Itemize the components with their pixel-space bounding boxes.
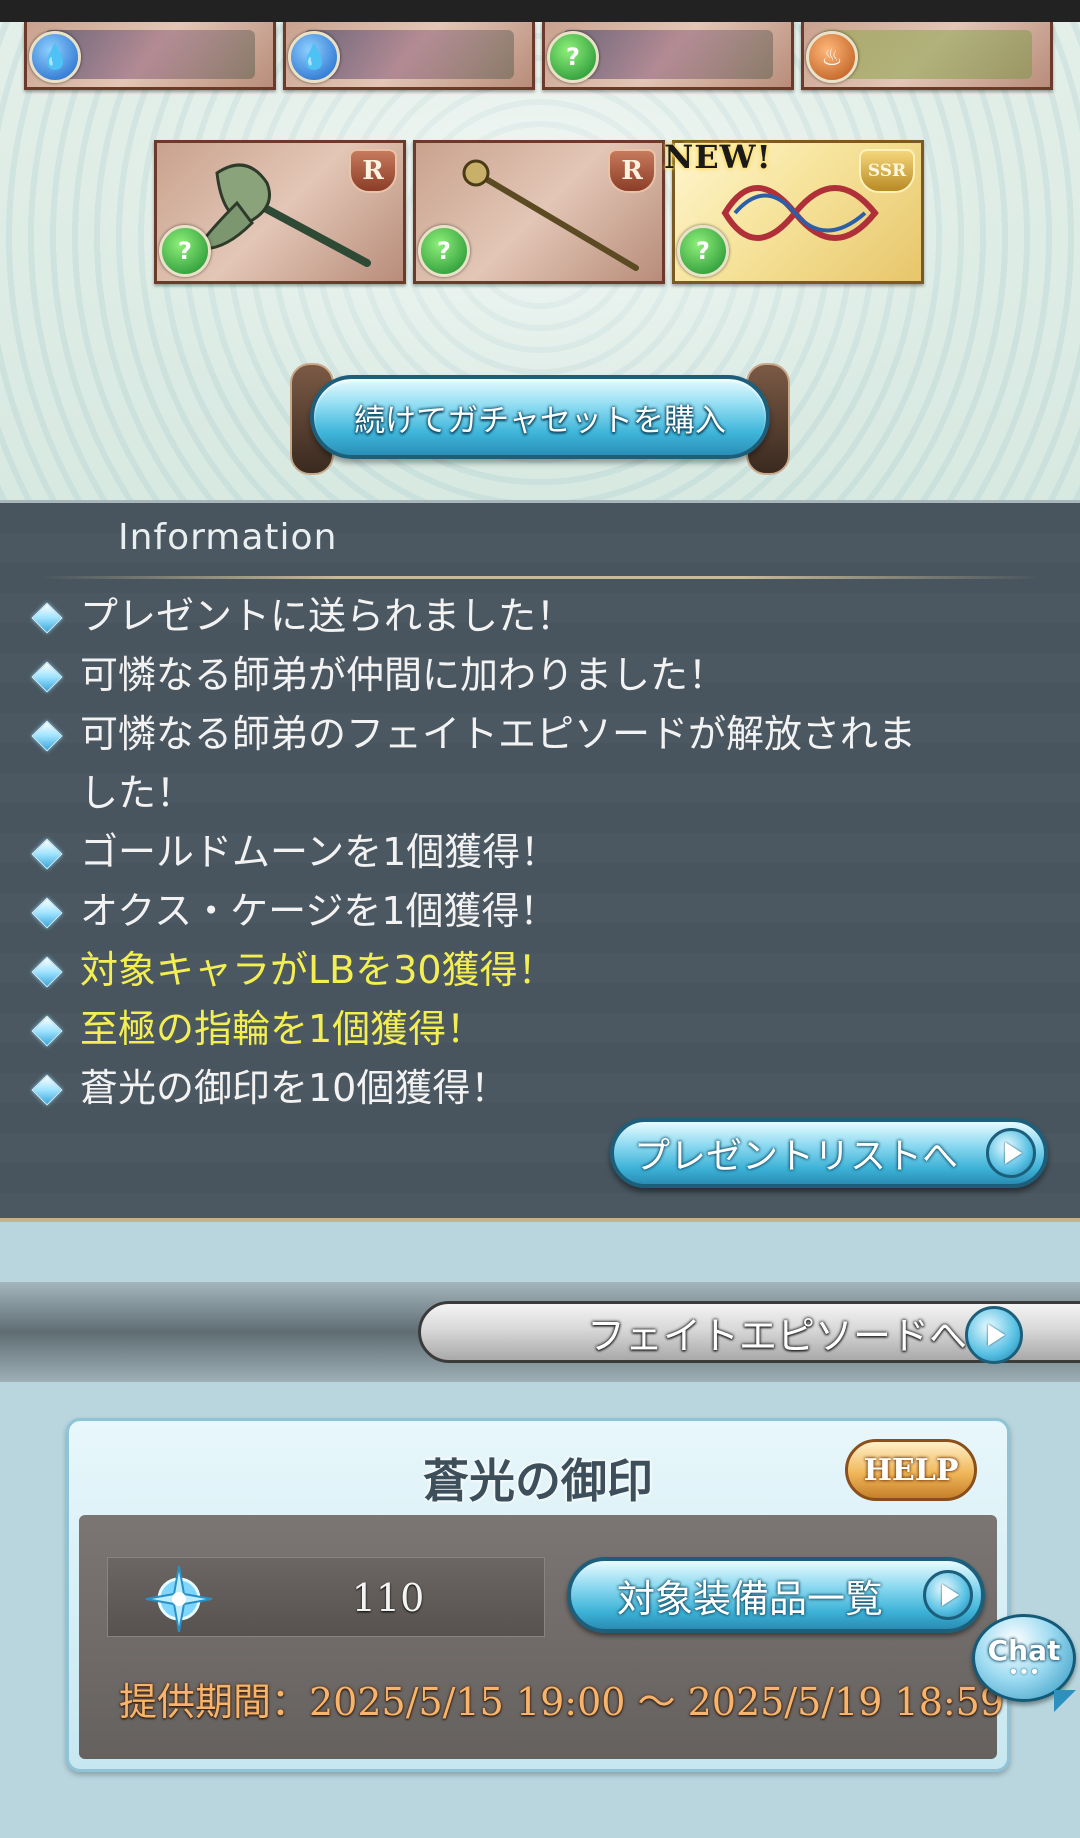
info-text: 可憐なる師弟のフェイトエピソードが解放されました！ <box>80 712 917 815</box>
chat-dots-icon: ••• <box>1008 1662 1040 1683</box>
result-card-4[interactable]: ♨ <box>801 22 1053 90</box>
blue-seal-icon <box>145 1565 213 1633</box>
seal-count-box: 110 <box>107 1557 545 1637</box>
rarity-badge-r: R <box>608 149 656 193</box>
present-list-button[interactable]: プレゼントリストへ <box>610 1118 1048 1188</box>
wind-element-icon: ? <box>418 225 470 277</box>
present-list-label: プレゼントリストへ <box>634 1136 959 1177</box>
weapon-card-staff[interactable]: R ? <box>413 140 665 284</box>
diamond-bullet-icon <box>31 956 63 988</box>
list-item: ゴールドムーンを1個獲得！ <box>26 823 1046 882</box>
list-item: 対象キャラがLBを30獲得！ <box>26 941 1046 1000</box>
target-equipment-list-button[interactable]: 対象装備品一覧 <box>567 1557 985 1633</box>
water-element-icon: 💧 <box>288 31 340 83</box>
info-text: オクス・ケージを1個獲得！ <box>80 889 558 933</box>
water-element-icon: 💧 <box>29 31 81 83</box>
information-panel: Information プレゼントに送られました！ 可憐なる師弟が仲間に加わりま… <box>0 500 1080 1222</box>
availability-period: 提供期間：2025/5/15 19:00 〜 2025/5/19 18:59 <box>119 1680 1005 1724</box>
seal-panel: 蒼光の御印 HELP 110 対象装備品一覧 提供期間：2025/5/15 19… <box>66 1418 1010 1772</box>
list-item: 至極の指輪を1個獲得！ <box>26 1000 1046 1059</box>
help-button[interactable]: HELP <box>845 1439 977 1501</box>
divider <box>40 576 1040 579</box>
info-text: プレゼントに送られました！ <box>80 594 575 638</box>
weapon-card-axe[interactable]: R ? <box>154 140 406 284</box>
wind-element-icon: ? <box>547 31 599 83</box>
info-text: 対象キャラがLBを30獲得！ <box>80 948 556 992</box>
list-item: オクス・ケージを1個獲得！ <box>26 882 1046 941</box>
info-text: 蒼光の御印を10個獲得！ <box>80 1066 509 1110</box>
result-card-1[interactable]: 💧 <box>24 22 276 90</box>
result-card-2[interactable]: 💧 <box>283 22 535 90</box>
diamond-bullet-icon <box>31 720 63 752</box>
information-title: Information <box>118 517 338 558</box>
info-text: 至極の指輪を1個獲得！ <box>80 1007 485 1051</box>
seal-content: 110 対象装備品一覧 提供期間：2025/5/15 19:00 〜 2025/… <box>79 1515 1004 1759</box>
fate-episode-label: フェイトエピソードへ <box>586 1313 967 1358</box>
list-item: 可憐なる師弟のフェイトエピソードが解放されました！ <box>26 705 1046 823</box>
info-text: ゴールドムーンを1個獲得！ <box>80 830 559 874</box>
buy-again-button-frame: 続けてガチャセットを購入 <box>290 357 790 477</box>
information-list: プレゼントに送られました！ 可憐なる師弟が仲間に加わりました！ 可憐なる師弟のフ… <box>26 587 1046 1118</box>
rarity-badge-ssr: SSR <box>859 149 915 193</box>
list-item: プレゼントに送られました！ <box>26 587 1046 646</box>
top-status-bar <box>0 0 1080 22</box>
chat-button[interactable]: Chat ••• <box>972 1614 1076 1702</box>
diamond-bullet-icon <box>31 661 63 693</box>
diamond-bullet-icon <box>31 897 63 929</box>
seal-count: 110 <box>351 1576 425 1620</box>
result-card-3[interactable]: ? <box>542 22 794 90</box>
gacha-results-area: 💧 💧 ? ♨ R ? R ? SSR ? NEW! 続けてガチャセットを購入 <box>0 22 1080 500</box>
diamond-bullet-icon <box>31 838 63 870</box>
play-arrow-icon <box>986 1128 1036 1178</box>
fire-element-icon: ♨ <box>806 31 858 83</box>
wind-element-icon: ? <box>677 225 729 277</box>
new-badge: NEW! <box>664 138 772 176</box>
fate-episode-button[interactable]: フェイトエピソードへ <box>418 1301 1080 1364</box>
info-text: 可憐なる師弟が仲間に加わりました！ <box>80 653 727 697</box>
wind-element-icon: ? <box>159 225 211 277</box>
target-equipment-label: 対象装備品一覧 <box>617 1576 884 1621</box>
list-item: 蒼光の御印を10個獲得！ <box>26 1059 1046 1118</box>
buy-gacha-set-again-button[interactable]: 続けてガチャセットを購入 <box>310 375 770 459</box>
list-item: 可憐なる師弟が仲間に加わりました！ <box>26 646 1046 705</box>
rarity-badge-r: R <box>349 149 397 193</box>
play-arrow-icon <box>965 1306 1023 1364</box>
play-arrow-icon <box>923 1570 973 1620</box>
diamond-bullet-icon <box>31 602 63 634</box>
chat-bubble-tail <box>1054 1690 1076 1712</box>
diamond-bullet-icon <box>31 1074 63 1106</box>
diamond-bullet-icon <box>31 1015 63 1047</box>
